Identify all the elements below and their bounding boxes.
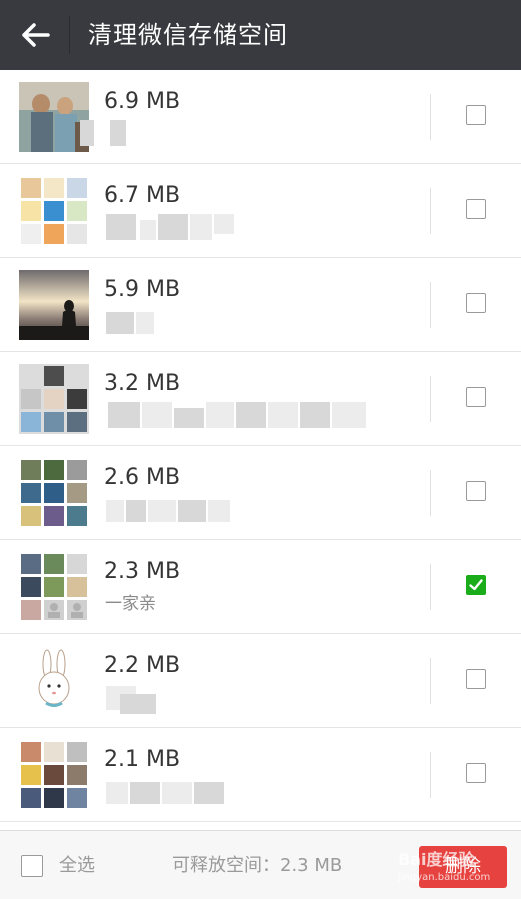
- redacted-name: [194, 782, 224, 804]
- list-item[interactable]: 3.2 MB: [0, 352, 521, 446]
- redacted-name: [126, 500, 146, 522]
- redacted-name: [190, 214, 212, 240]
- row-checkbox-checked[interactable]: [466, 575, 486, 595]
- list-item[interactable]: 5.9 MB: [0, 258, 521, 352]
- list-item[interactable]: 2.3 MB 一家亲: [0, 540, 521, 634]
- chat-thumbnail: [19, 176, 89, 246]
- watermark-text: Bai度经验: [398, 850, 475, 869]
- watermark-url: jingyan.baidu.com: [398, 872, 491, 883]
- redacted-name: [178, 500, 206, 522]
- redacted-name: [106, 500, 124, 522]
- item-size: 6.7 MB: [104, 183, 181, 208]
- item-size: 2.1 MB: [104, 747, 181, 772]
- redacted-name: [136, 312, 154, 334]
- free-space-text: 可释放空间：2.3 MB: [172, 855, 343, 876]
- item-name: 一家亲: [105, 594, 156, 614]
- item-size: 3.2 MB: [104, 371, 181, 396]
- row-divider: [430, 94, 431, 140]
- redacted-name: [332, 402, 366, 428]
- row-divider: [430, 564, 431, 610]
- list-item[interactable]: 2.2 MB: [0, 634, 521, 728]
- redacted-name: [106, 782, 128, 804]
- redacted-mark: [80, 120, 94, 146]
- title-bar: 清理微信存储空间: [0, 0, 521, 70]
- redacted-name: [110, 120, 126, 146]
- bottom-action-bar: 全选 可释放空间：2.3 MB 删除 Bai度经验 jingyan.baidu.…: [0, 830, 521, 899]
- title-divider: [69, 16, 70, 54]
- redacted-name: [108, 402, 140, 428]
- page-title: 清理微信存储空间: [88, 21, 288, 49]
- chat-thumbnail: [19, 646, 89, 716]
- arrow-left-icon: [22, 23, 50, 47]
- chat-thumbnail: [19, 364, 89, 434]
- watermark-logo: Bai度经验 jingyan.baidu.com: [398, 851, 490, 887]
- redacted-name: [106, 214, 136, 240]
- chat-thumbnail: [19, 270, 89, 340]
- list-item[interactable]: 6.9 MB: [0, 70, 521, 164]
- row-checkbox[interactable]: [466, 481, 486, 501]
- redacted-name: [208, 500, 230, 522]
- chat-thumbnail: [19, 740, 89, 810]
- list-item[interactable]: 2.6 MB: [0, 446, 521, 540]
- redacted-name: [206, 402, 234, 428]
- row-divider: [430, 282, 431, 328]
- row-checkbox[interactable]: [466, 293, 486, 313]
- redacted-name: [236, 402, 266, 428]
- chat-thumbnail: [19, 458, 89, 528]
- row-divider: [430, 376, 431, 422]
- chat-storage-list[interactable]: 6.9 MB 6.7 MB 5.9 MB 3.2 MB 2.6 MB 2.3 M…: [0, 70, 521, 830]
- row-divider: [430, 752, 431, 798]
- item-size: 5.9 MB: [104, 277, 181, 302]
- redacted-name: [120, 694, 156, 714]
- chat-thumbnail: [19, 552, 89, 622]
- row-checkbox[interactable]: [466, 763, 486, 783]
- redacted-name: [148, 500, 176, 522]
- list-item[interactable]: 6.7 MB: [0, 164, 521, 258]
- redacted-name: [162, 782, 192, 804]
- item-size: 6.9 MB: [104, 89, 181, 114]
- redacted-name: [130, 782, 160, 804]
- item-size: 2.2 MB: [104, 653, 181, 678]
- redacted-name: [268, 402, 298, 428]
- redacted-name: [214, 214, 234, 234]
- back-button[interactable]: [14, 17, 58, 53]
- redacted-name: [174, 408, 204, 428]
- item-size: 2.3 MB: [104, 559, 181, 584]
- select-all-label[interactable]: 全选: [59, 855, 95, 877]
- row-checkbox[interactable]: [466, 669, 486, 689]
- checkmark-icon: [469, 579, 483, 591]
- chat-thumbnail: [19, 82, 89, 152]
- redacted-name: [158, 214, 188, 240]
- row-checkbox[interactable]: [466, 199, 486, 219]
- redacted-name: [142, 402, 172, 428]
- row-checkbox[interactable]: [466, 105, 486, 125]
- redacted-name: [140, 220, 156, 240]
- item-size: 2.6 MB: [104, 465, 181, 490]
- select-all-checkbox[interactable]: [21, 855, 43, 877]
- row-divider: [430, 188, 431, 234]
- list-item[interactable]: 2.1 MB: [0, 728, 521, 822]
- row-divider: [430, 658, 431, 704]
- row-checkbox[interactable]: [466, 387, 486, 407]
- redacted-name: [106, 312, 134, 334]
- row-divider: [430, 470, 431, 516]
- redacted-name: [300, 402, 330, 428]
